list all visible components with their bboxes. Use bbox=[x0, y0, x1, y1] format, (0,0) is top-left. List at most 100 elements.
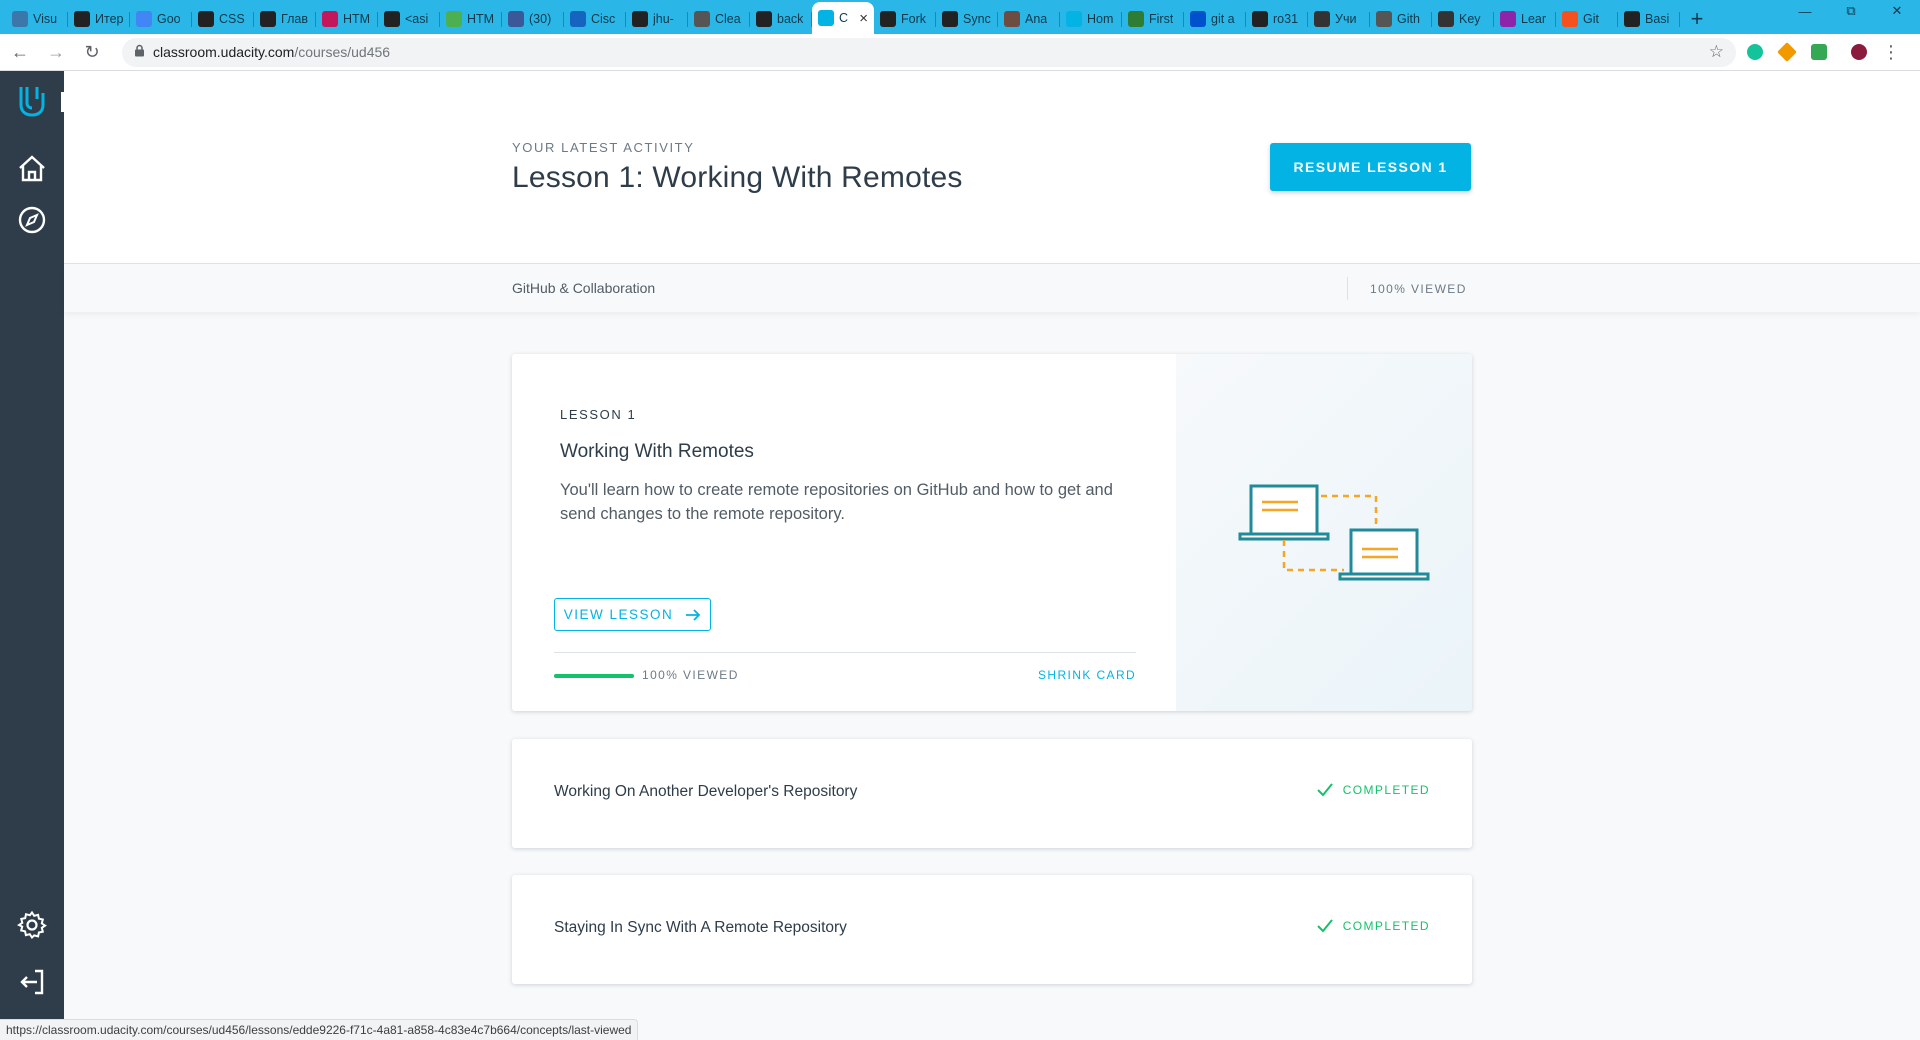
shield-icon bbox=[260, 11, 276, 27]
udacity-logo-icon[interactable] bbox=[14, 83, 50, 119]
tab-title: HTM bbox=[343, 12, 371, 26]
close-window-icon[interactable]: ✕ bbox=[1874, 0, 1920, 22]
browser-tab[interactable]: Hom bbox=[1060, 4, 1122, 34]
htmlacademy-icon bbox=[322, 11, 338, 27]
settings-gear-icon[interactable] bbox=[14, 907, 50, 943]
w3-icon bbox=[446, 11, 462, 27]
tab-title: Учи bbox=[1335, 12, 1357, 26]
new-tab-button[interactable]: + bbox=[1680, 4, 1714, 34]
tab-title: Глав bbox=[281, 12, 308, 26]
browser-tab[interactable]: Cisc bbox=[564, 4, 626, 34]
part-viewed-label: 100% VIEWED bbox=[1370, 282, 1467, 296]
browser-tab[interactable]: Lear bbox=[1494, 4, 1556, 34]
checkmark-icon bbox=[1317, 919, 1333, 933]
bird-icon bbox=[384, 11, 400, 27]
shield-extension-icon[interactable] bbox=[1806, 39, 1832, 65]
browser-tab[interactable]: Глав bbox=[254, 4, 316, 34]
lesson-title: Working With Remotes bbox=[560, 441, 754, 462]
browser-tab[interactable]: Goo bbox=[130, 4, 192, 34]
browser-tab[interactable]: Key bbox=[1432, 4, 1494, 34]
tab-title: Fork bbox=[901, 12, 926, 26]
circle-slash-icon bbox=[74, 11, 90, 27]
reload-icon[interactable]: ↻ bbox=[76, 36, 108, 68]
tab-title: jhu- bbox=[653, 12, 674, 26]
browser-tab[interactable]: Итер bbox=[68, 4, 130, 34]
github-icon bbox=[1624, 11, 1640, 27]
browser-tab[interactable]: Visu bbox=[6, 4, 68, 34]
minimize-icon[interactable]: — bbox=[1782, 0, 1828, 22]
lesson-card-collapsed[interactable]: Working On Another Developer's Repositor… bbox=[512, 739, 1472, 848]
browser-tab[interactable]: CSS bbox=[192, 4, 254, 34]
forward-arrow-icon[interactable]: → bbox=[40, 36, 72, 68]
python-icon bbox=[12, 11, 28, 27]
resume-lesson-button[interactable]: RESUME LESSON 1 bbox=[1270, 143, 1471, 191]
lesson-row-title: Staying In Sync With A Remote Repository bbox=[554, 919, 847, 936]
logout-icon[interactable] bbox=[14, 964, 50, 1000]
photo-icon bbox=[1004, 11, 1020, 27]
atlassian-icon bbox=[1190, 11, 1206, 27]
grammarly-extension-icon[interactable] bbox=[1742, 39, 1768, 65]
latest-activity-title: Lesson 1: Working With Remotes bbox=[512, 161, 963, 194]
browser-tab[interactable]: <asi bbox=[378, 4, 440, 34]
tab-title: Goo bbox=[157, 12, 181, 26]
shrink-card-link[interactable]: SHRINK CARD bbox=[1038, 668, 1136, 682]
url-host: classroom.udacity.com bbox=[153, 44, 295, 60]
browser-tab[interactable]: Ana bbox=[998, 4, 1060, 34]
tab-title: Sync bbox=[963, 12, 991, 26]
browser-tab[interactable]: Учи bbox=[1308, 4, 1370, 34]
tab-title: Git bbox=[1583, 12, 1599, 26]
github-icon bbox=[756, 11, 772, 27]
html-academy-icon bbox=[198, 11, 214, 27]
home-icon[interactable] bbox=[14, 151, 50, 187]
key-extension-icon[interactable] bbox=[1774, 39, 1800, 65]
github-icon bbox=[1252, 11, 1268, 27]
github-icon bbox=[632, 11, 648, 27]
browser-tab[interactable]: C × bbox=[812, 2, 874, 34]
tab-title: Lear bbox=[1521, 12, 1547, 26]
latest-activity-header: YOUR LATEST ACTIVITY Lesson 1: Working W… bbox=[64, 71, 1920, 263]
browser-tab[interactable]: back bbox=[750, 4, 812, 34]
browser-tab[interactable]: Git bbox=[1556, 4, 1618, 34]
link-icon bbox=[570, 11, 586, 27]
browser-tab[interactable]: First bbox=[1122, 4, 1184, 34]
completed-status: COMPLETED bbox=[1317, 919, 1430, 933]
tab-title: Clea bbox=[715, 12, 741, 26]
browser-tab[interactable]: Clea bbox=[688, 4, 750, 34]
browser-tab[interactable]: Fork bbox=[874, 4, 936, 34]
lesson-card-collapsed[interactable]: Staying In Sync With A Remote Repository… bbox=[512, 875, 1472, 984]
completed-status: COMPLETED bbox=[1317, 783, 1430, 797]
profile-avatar[interactable] bbox=[1846, 39, 1872, 65]
facebook-icon bbox=[508, 11, 524, 27]
completed-label: COMPLETED bbox=[1342, 783, 1430, 797]
address-bar[interactable]: classroom.udacity.com/courses/ud456 ☆ bbox=[122, 37, 1736, 67]
tab-title: ro31 bbox=[1273, 12, 1299, 26]
back-arrow-icon[interactable]: ← bbox=[4, 36, 36, 68]
view-lesson-button[interactable]: VIEW LESSON bbox=[554, 598, 711, 631]
close-tab-icon[interactable]: × bbox=[859, 10, 868, 27]
browser-tab[interactable]: Sync bbox=[936, 4, 998, 34]
lock-icon[interactable] bbox=[134, 44, 145, 60]
udacity-icon bbox=[818, 10, 834, 26]
tab-title: <asi bbox=[405, 12, 429, 26]
browser-tab[interactable]: (30) bbox=[502, 4, 564, 34]
window-controls: — ⧉ ✕ bbox=[1782, 0, 1920, 22]
restore-icon[interactable]: ⧉ bbox=[1828, 0, 1874, 22]
browser-tab[interactable]: jhu- bbox=[626, 4, 688, 34]
browser-tab[interactable]: Gith bbox=[1370, 4, 1432, 34]
compass-icon[interactable] bbox=[14, 202, 50, 238]
part-progress-bar: GitHub & Collaboration 100% VIEWED bbox=[64, 263, 1920, 312]
browser-tab[interactable]: git a bbox=[1184, 4, 1246, 34]
browser-tab[interactable]: HTM bbox=[316, 4, 378, 34]
view-lesson-label: VIEW LESSON bbox=[563, 607, 674, 622]
octocat-icon bbox=[1500, 11, 1516, 27]
lesson-card-expanded: LESSON 1 Working With Remotes You'll lea… bbox=[512, 354, 1472, 711]
browser-tab[interactable]: ro31 bbox=[1246, 4, 1308, 34]
bulb-icon bbox=[694, 11, 710, 27]
bookmark-star-icon[interactable]: ☆ bbox=[1709, 42, 1724, 62]
tab-title: Gith bbox=[1397, 12, 1420, 26]
browser-tab[interactable]: Basi bbox=[1618, 4, 1680, 34]
browser-tab[interactable]: HTM bbox=[440, 4, 502, 34]
browser-menu-icon[interactable]: ⋮ bbox=[1878, 39, 1904, 65]
tab-title: First bbox=[1149, 12, 1174, 26]
udacity-icon bbox=[1066, 11, 1082, 27]
